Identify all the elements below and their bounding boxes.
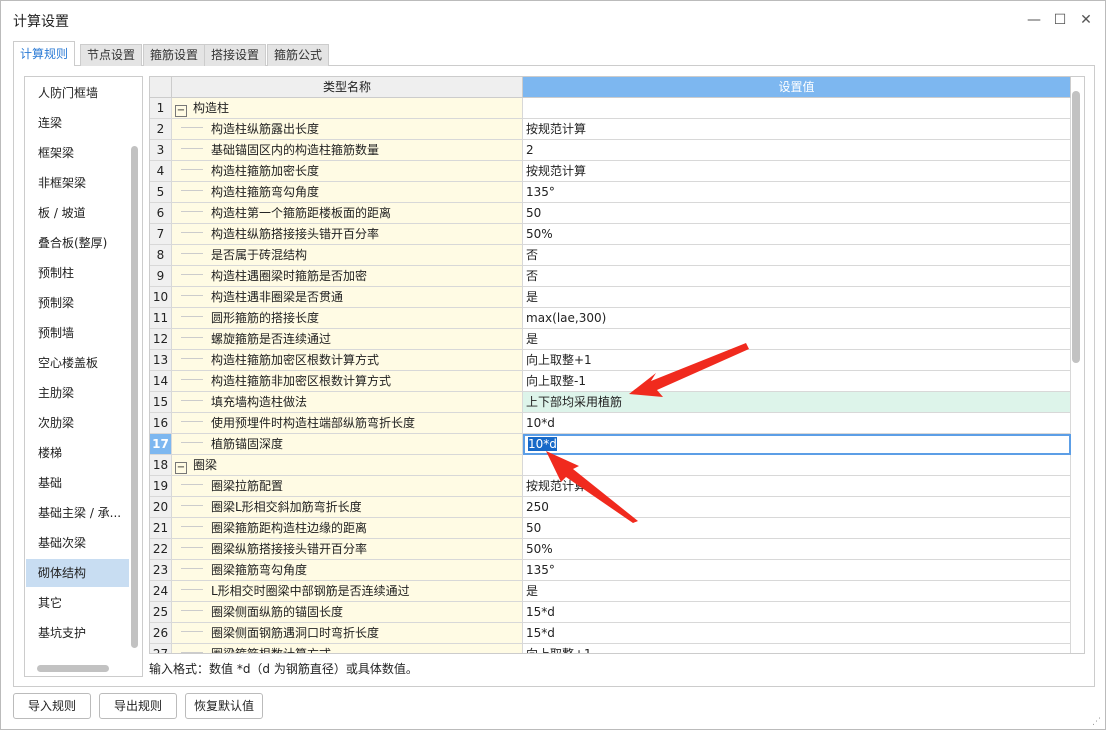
red-arrow-annotation	[629, 343, 749, 397]
red-arrow-annotation	[546, 451, 638, 523]
annotation-arrows	[546, 343, 749, 523]
